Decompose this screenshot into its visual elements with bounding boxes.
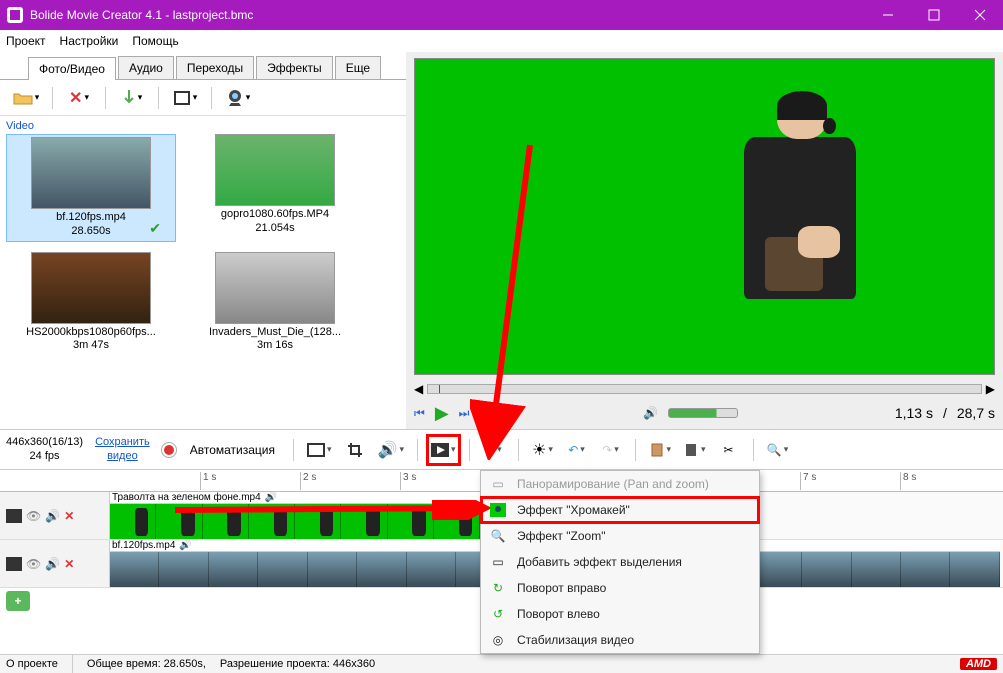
webcam-button[interactable]: ▾ [218,84,258,112]
menu-zoom[interactable]: 🔍 Эффект "Zoom" [481,523,759,549]
media-item[interactable]: Invaders_Must_Die_(128... 3m 16s [190,252,360,354]
check-icon: ✔ [149,220,161,237]
film-button[interactable]: ▾ [165,84,205,112]
delete-track-icon[interactable]: ✕ [64,509,74,523]
preview-content [681,91,889,362]
volume-slider[interactable] [668,408,738,418]
clipboard-button[interactable] [680,436,709,464]
status-bar: О проекте Общее время: 28.650s, Разрешен… [0,654,1003,673]
rotate-right-icon: ↻ [489,581,507,595]
tab-audio[interactable]: Аудио [118,56,174,79]
open-folder-button[interactable]: ▾ [6,84,46,112]
rotate-left-icon: ↺ [489,607,507,621]
media-toolbar: ▾ ✕▾ ▾ ▾ ▾ [0,80,406,116]
tab-effects[interactable]: Эффекты [256,56,333,79]
redo-button[interactable]: ↷ [597,436,625,464]
effects-menu-button[interactable] [428,436,459,464]
menu-pan-zoom[interactable]: ▭ Панорамирование (Pan and zoom) [481,471,759,497]
annotation-arrow [170,500,490,520]
effects-context-menu: ▭ Панорамирование (Pan and zoom) Эффект … [480,470,760,654]
delete-button[interactable]: ✕▾ [59,84,99,112]
titlebar: Bolide Movie Creator 4.1 - lastproject.b… [0,0,1003,30]
undo-button[interactable]: ↶ [563,436,591,464]
film-icon [6,509,22,523]
menu-settings[interactable]: Настройки [60,34,119,48]
delete-track-icon[interactable]: ✕ [64,557,74,571]
audio-tool[interactable]: 🔊 [375,436,407,464]
zoom-tool[interactable]: 🔍 [764,436,792,464]
tab-photo-video[interactable]: Фото/Видео [28,57,116,80]
track-head[interactable]: 👁 🔊 ✕ [0,492,110,539]
left-pane: Фото/Видео Аудио Переходы Эффекты Еще ▾ … [0,52,406,429]
mute-icon[interactable]: 👁 [26,557,41,571]
time-current: 1,13 s [895,405,933,421]
pan-icon: ▭ [489,477,507,491]
window-title: Bolide Movie Creator 4.1 - lastproject.b… [30,8,865,22]
minimize-button[interactable] [865,0,911,30]
track-head[interactable]: 👁 🔊 ✕ [0,540,110,587]
paste-button[interactable] [646,436,675,464]
chromakey-icon [489,503,507,517]
seek-start-icon[interactable]: ◀ [414,382,423,396]
time-total: 28,7 s [957,405,995,421]
tab-transitions[interactable]: Переходы [176,56,254,79]
status-time: Общее время: 28.650s, [87,658,206,670]
media-item[interactable]: gopro1080.60fps.MP4 21.054s [190,134,360,242]
save-video-link[interactable]: Сохранитьвидео [95,436,150,462]
download-button[interactable]: ▾ [112,84,152,112]
status-about[interactable]: О проекте [6,658,58,670]
status-resolution: Разрешение проекта: 446x360 [220,658,375,670]
automation-button[interactable]: Автоматизация [182,436,283,464]
menubar: Проект Настройки Помощь [0,30,1003,52]
annotation-arrow [470,140,540,460]
next-frame-button[interactable]: ⏭ [459,406,470,421]
menu-stabilize[interactable]: ◎ Стабилизация видео [481,627,759,653]
menu-help[interactable]: Помощь [132,34,178,48]
menu-rotate-right[interactable]: ↻ Поворот вправо [481,575,759,601]
volume-icon[interactable]: 🔊 [643,406,658,420]
menu-project[interactable]: Проект [6,34,46,48]
amd-badge: AMD [960,658,997,670]
highlight-icon: ▭ [489,555,507,569]
close-button[interactable] [957,0,1003,30]
app-icon [0,7,30,23]
speaker-icon: 🔊 [179,540,191,551]
play-button[interactable]: ▶ [435,403,449,424]
menu-highlight[interactable]: ▭ Добавить эффект выделения [481,549,759,575]
tab-more[interactable]: Еще [335,56,381,79]
media-item[interactable]: HS2000kbps1080p60fps... 3m 47s [6,252,176,354]
speaker-icon[interactable]: 🔊 [45,557,60,571]
menu-chromakey[interactable]: Эффект "Хромакей" [481,497,759,523]
record-icon[interactable] [162,443,176,457]
project-info: 446x360(16/13)24 fps [6,436,83,462]
menu-rotate-left[interactable]: ↺ Поворот влево [481,601,759,627]
media-tabs: Фото/Видео Аудио Переходы Эффекты Еще [0,52,406,80]
crop-tool[interactable] [341,436,369,464]
seek-end-icon[interactable]: ▶ [986,382,995,396]
speaker-icon[interactable]: 🔊 [45,509,60,523]
mute-icon[interactable]: 👁 [26,509,41,523]
add-track-button[interactable]: + [6,591,30,611]
cut-button[interactable]: ✂ [715,436,743,464]
prev-frame-button[interactable]: ⏮ [414,406,425,421]
stabilize-icon: ◎ [489,633,507,647]
media-item[interactable]: bf.120fps.mp4 28.650s ✔ [6,134,176,242]
film-tool[interactable] [304,436,335,464]
film-icon [6,557,22,571]
maximize-button[interactable] [911,0,957,30]
zoom-icon: 🔍 [489,529,507,543]
media-header: Video [6,120,400,132]
media-panel: Video bf.120fps.mp4 28.650s ✔ gopro1080.… [0,116,406,429]
